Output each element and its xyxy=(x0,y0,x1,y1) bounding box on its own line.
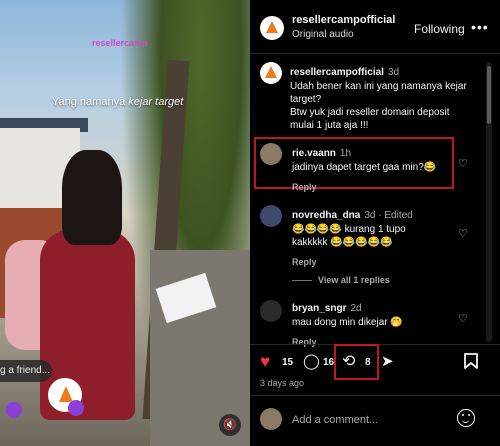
collab-badge-right xyxy=(68,400,84,416)
tag-friend-pill[interactable]: g a friend... xyxy=(0,360,52,382)
reply-button[interactable]: Reply xyxy=(292,182,457,192)
audio-label[interactable]: Original audio xyxy=(292,29,354,40)
view-replies-line xyxy=(292,280,312,282)
view-replies-button[interactable]: View all 1 replies xyxy=(292,275,390,285)
comments-panel: resellercampofficial Original audio Foll… xyxy=(250,0,500,446)
scrollbar-thumb[interactable] xyxy=(487,66,491,124)
speaker-muted-icon[interactable]: 🔇 xyxy=(219,414,241,436)
caption-username[interactable]: resellercampofficial xyxy=(290,67,384,78)
add-comment-input[interactable]: Add a comment... xyxy=(292,414,378,426)
comment-like-heart-icon[interactable]: ♡ xyxy=(458,157,468,170)
comment-username[interactable]: bryan_sngr xyxy=(292,303,346,314)
author-username[interactable]: resellercampofficial xyxy=(292,14,395,26)
comment-username[interactable]: novredha_dna xyxy=(292,210,360,221)
composer-divider xyxy=(250,395,500,396)
video-player[interactable]: resellercamp Yang namanya kejar target g… xyxy=(0,0,250,446)
like-heart-icon[interactable]: ♥ xyxy=(260,353,270,371)
comment-time: 1h xyxy=(339,148,352,159)
comment-like-heart-icon[interactable]: ♡ xyxy=(458,312,468,325)
post-header: resellercampofficial Original audio Foll… xyxy=(250,0,500,54)
following-button[interactable]: Following xyxy=(414,22,465,36)
comment-text: mau dong min dikejar 🤭 xyxy=(292,317,403,328)
more-icon[interactable]: ••• xyxy=(471,19,489,35)
caption-line: Udah bener kan ini yang namanya kejar xyxy=(290,81,467,92)
video-watermark: resellercamp xyxy=(92,38,148,48)
video-overlay-text: Yang namanya kejar target xyxy=(52,96,183,108)
comment-text: kakkkkk 😂😂😂😂😂 xyxy=(292,237,393,248)
repost-icon[interactable]: ⟲ xyxy=(342,353,355,371)
caption-avatar[interactable] xyxy=(260,62,282,84)
emoji-icon[interactable] xyxy=(457,409,475,427)
current-user-avatar xyxy=(260,408,282,430)
comment-count[interactable]: 16 xyxy=(323,357,334,368)
collab-badge-left xyxy=(6,402,22,418)
repost-highlight-box xyxy=(334,344,379,380)
overlay-text-prefix: Yang namanya xyxy=(52,96,129,108)
caption-line: Btw yuk jadi reseller domain deposit xyxy=(290,107,450,118)
comment-text: 😂😂😂😂 kurang 1 tupo xyxy=(292,224,406,235)
repost-count[interactable]: 8 xyxy=(365,357,371,368)
caption-line: target? xyxy=(290,94,322,105)
author-avatar[interactable] xyxy=(260,16,284,40)
like-count[interactable]: 15 xyxy=(282,357,293,368)
comment-time: 3d · Edited xyxy=(364,210,413,221)
commenter-avatar[interactable] xyxy=(260,205,282,227)
view-replies-label[interactable]: View all 1 replies xyxy=(318,275,390,285)
post-date: 3 days ago xyxy=(260,378,305,388)
comment-text: jadinya dapet target gaa min?😂 xyxy=(292,162,437,173)
comment-bubble-icon[interactable]: ◯ xyxy=(303,353,320,371)
caption-line: mulai 1 juta aja !!! xyxy=(290,120,369,131)
comment-username[interactable]: rie.vaann xyxy=(292,148,336,159)
commenter-avatar[interactable] xyxy=(260,143,282,165)
save-bookmark-icon[interactable] xyxy=(464,353,478,373)
share-send-icon[interactable]: ➤ xyxy=(381,353,394,371)
caption-time: 3d xyxy=(387,67,400,78)
overlay-text-emphasis: kejar target xyxy=(128,96,184,108)
comment-like-heart-icon[interactable]: ♡ xyxy=(458,227,468,240)
person-hair xyxy=(62,150,122,245)
reply-button[interactable]: Reply xyxy=(292,257,457,267)
commenter-avatar[interactable] xyxy=(260,300,282,322)
comment-time: 2d xyxy=(350,303,362,314)
